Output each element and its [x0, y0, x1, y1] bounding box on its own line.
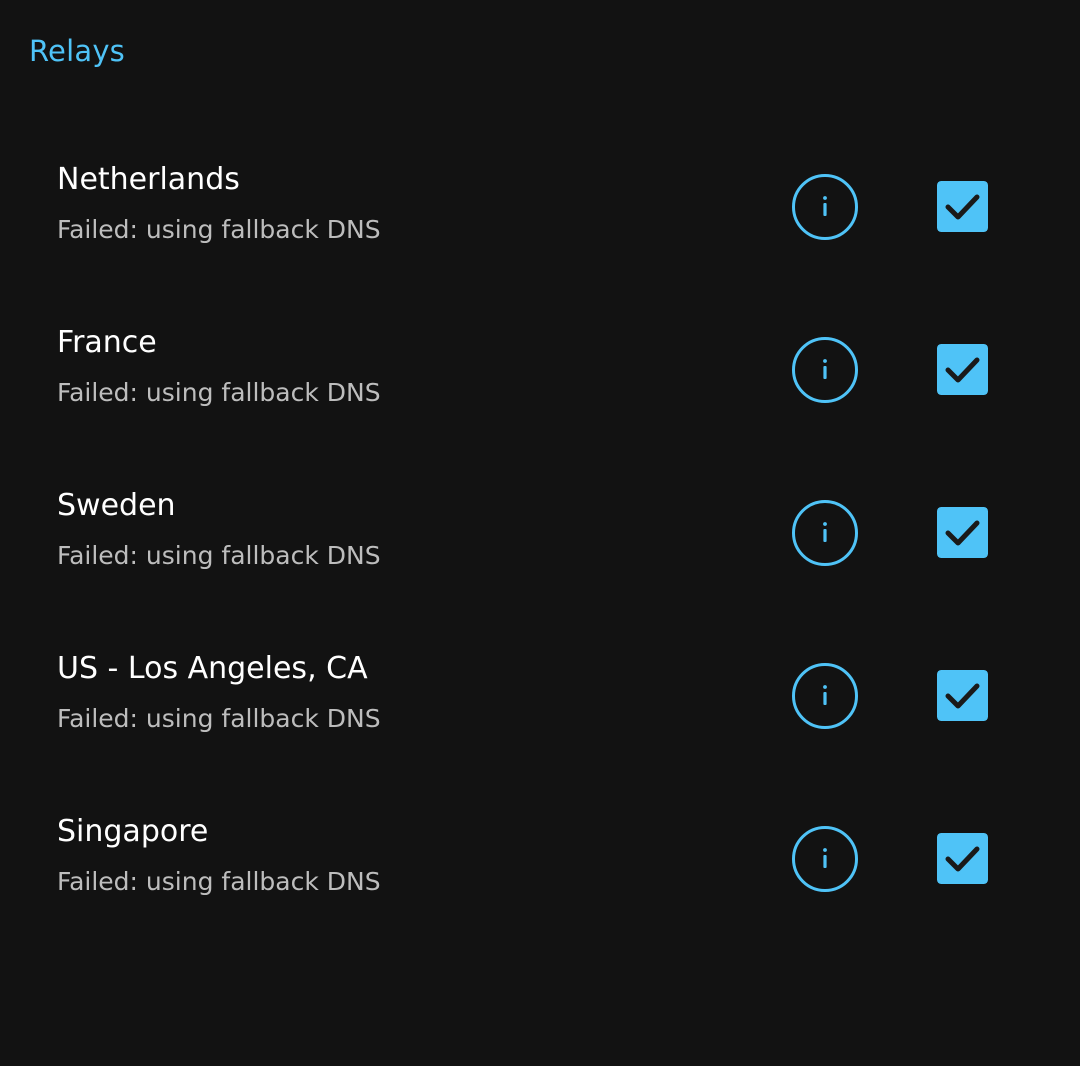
section-title-relays: Relays [29, 34, 125, 68]
relay-item[interactable]: US - Los Angeles, CA Failed: using fallb… [0, 615, 1080, 778]
checkbox-checked-icon[interactable] [937, 670, 988, 721]
relay-status: Failed: using fallback DNS [57, 378, 381, 407]
relay-text: US - Los Angeles, CA Failed: using fallb… [57, 650, 381, 736]
relay-status: Failed: using fallback DNS [57, 867, 381, 896]
checkbox-checked-icon[interactable] [937, 833, 988, 884]
relay-text: Netherlands Failed: using fallback DNS [57, 161, 381, 247]
relay-list: Netherlands Failed: using fallback DNS F… [0, 126, 1080, 941]
relay-name: France [57, 325, 157, 360]
relay-name: Netherlands [57, 162, 240, 197]
relay-text: France Failed: using fallback DNS [57, 324, 381, 410]
checkbox-checked-icon[interactable] [937, 344, 988, 395]
relay-name: Singapore [57, 814, 209, 849]
relay-text: Singapore Failed: using fallback DNS [57, 813, 381, 899]
relay-item[interactable]: Netherlands Failed: using fallback DNS [0, 126, 1080, 289]
relay-text: Sweden Failed: using fallback DNS [57, 487, 381, 573]
relay-name: US - Los Angeles, CA [57, 651, 368, 686]
info-icon[interactable] [792, 174, 858, 240]
info-icon[interactable] [792, 663, 858, 729]
info-icon[interactable] [792, 337, 858, 403]
relay-item[interactable]: Singapore Failed: using fallback DNS [0, 778, 1080, 941]
info-icon[interactable] [792, 826, 858, 892]
info-icon[interactable] [792, 500, 858, 566]
relay-status: Failed: using fallback DNS [57, 704, 381, 733]
checkbox-checked-icon[interactable] [937, 181, 988, 232]
relay-status: Failed: using fallback DNS [57, 215, 381, 244]
relay-status: Failed: using fallback DNS [57, 541, 381, 570]
checkbox-checked-icon[interactable] [937, 507, 988, 558]
relay-name: Sweden [57, 488, 176, 523]
relay-item[interactable]: France Failed: using fallback DNS [0, 289, 1080, 452]
relay-item[interactable]: Sweden Failed: using fallback DNS [0, 452, 1080, 615]
